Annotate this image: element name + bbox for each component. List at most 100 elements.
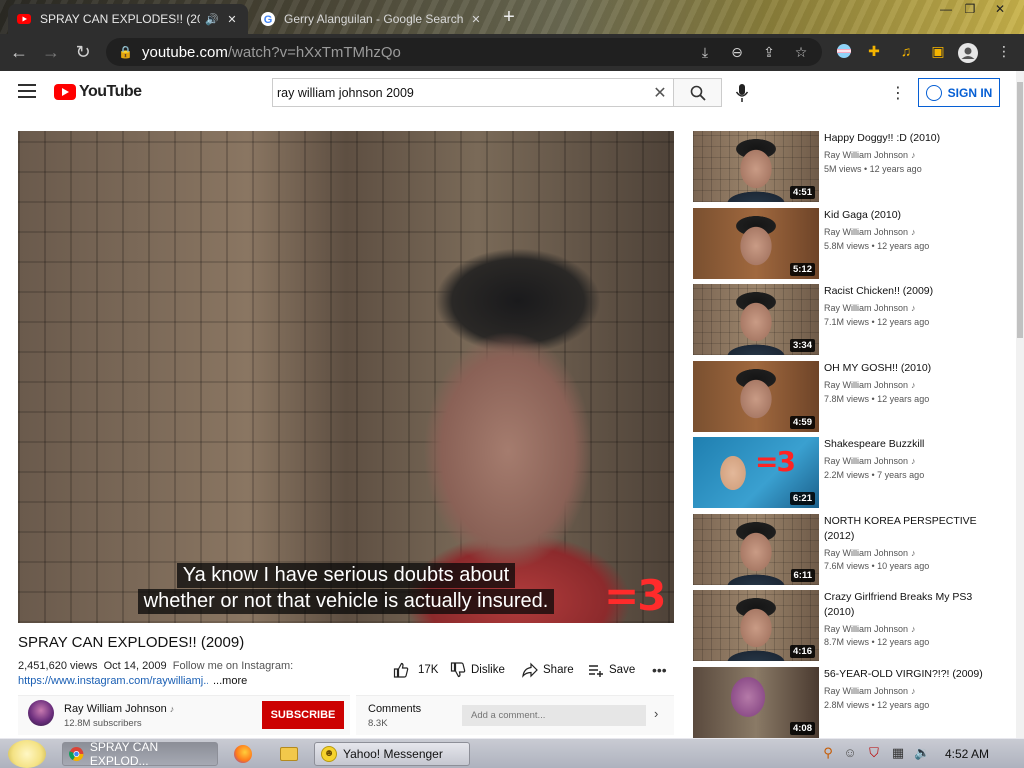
- like-button[interactable]: 17K: [393, 660, 438, 680]
- rec-title[interactable]: NORTH KOREA PERSPECTIVE (2012): [824, 514, 1004, 544]
- scrollbar-thumb[interactable]: [1017, 82, 1023, 338]
- search-button[interactable]: [674, 78, 722, 107]
- recommendation-item[interactable]: 3:34 Racist Chicken!! (2009) Ray William…: [693, 284, 1003, 356]
- back-arrow-icon[interactable]: ←: [6, 40, 32, 66]
- taskbar-item-folder[interactable]: [274, 742, 306, 766]
- rec-meta: 8.7M views • 12 years ago: [824, 637, 930, 647]
- rec-title[interactable]: Crazy Girlfriend Breaks My PS3 (2010): [824, 590, 1004, 620]
- forward-arrow-icon[interactable]: →: [38, 40, 64, 66]
- side-panel-icon[interactable]: ▣: [928, 43, 948, 63]
- youtube-play-icon: [54, 84, 76, 100]
- rec-channel[interactable]: Ray William Johnson ♪: [824, 624, 916, 634]
- rec-title[interactable]: Racist Chicken!! (2009): [824, 284, 1004, 299]
- new-tab-button[interactable]: +: [498, 7, 520, 29]
- video-duration: 4:16: [789, 645, 815, 658]
- youtube-logo[interactable]: YouTube: [54, 83, 142, 101]
- install-app-icon[interactable]: ⤓: [696, 44, 714, 62]
- channel-avatar[interactable]: [28, 700, 54, 726]
- bookmark-star-icon[interactable]: ☆: [792, 44, 810, 62]
- video-thumbnail[interactable]: 5:12: [693, 208, 819, 279]
- share-button[interactable]: Share: [522, 660, 574, 680]
- extensions-puzzle-icon[interactable]: ✚: [864, 43, 884, 63]
- rec-channel[interactable]: Ray William Johnson ♪: [824, 456, 916, 466]
- rec-title[interactable]: 56-YEAR-OLD VIRGIN?!?! (2009): [824, 667, 1003, 682]
- hamburger-menu-icon[interactable]: [18, 84, 36, 98]
- chrome-menu-icon[interactable]: ⋮: [994, 43, 1014, 63]
- extension-flag-icon[interactable]: [834, 43, 854, 63]
- caption-line-1: Ya know I have serious doubts about: [18, 563, 674, 588]
- comments-count: 8.3K: [368, 718, 388, 729]
- rec-title[interactable]: OH MY GOSH!! (2010): [824, 361, 1004, 376]
- video-player[interactable]: Ya know I have serious doubts about whet…: [18, 131, 674, 623]
- recommendation-item[interactable]: 4:08 56-YEAR-OLD VIRGIN?!?! (2009) Ray W…: [693, 667, 1003, 738]
- reload-icon[interactable]: ↻: [70, 40, 96, 66]
- show-more-link[interactable]: ...more: [213, 675, 247, 687]
- dislike-button[interactable]: Dislike: [450, 660, 505, 680]
- settings-kebab-icon[interactable]: ⋮: [890, 83, 906, 103]
- sign-in-button[interactable]: SIGN IN: [918, 78, 1000, 107]
- tab-close-icon[interactable]: ✕: [224, 13, 240, 26]
- microphone-icon[interactable]: [734, 83, 750, 103]
- recommendation-item[interactable]: 4:16 Crazy Girlfriend Breaks My PS3 (201…: [693, 590, 1003, 662]
- media-playlist-icon[interactable]: ♫: [896, 43, 916, 63]
- save-button[interactable]: Save: [588, 660, 635, 680]
- lock-icon[interactable]: 🔒: [118, 45, 133, 59]
- music-note-icon: ♪: [911, 303, 916, 313]
- rec-channel[interactable]: Ray William Johnson ♪: [824, 380, 916, 390]
- video-thumbnail[interactable]: 3:34: [693, 284, 819, 355]
- minimize-icon[interactable]: —: [934, 0, 958, 22]
- search-tray-icon[interactable]: ⚲: [820, 745, 836, 761]
- video-thumbnail[interactable]: 4:08: [693, 667, 819, 738]
- security-shield-icon[interactable]: ⛉: [866, 745, 882, 761]
- taskbar-item-chrome[interactable]: SPRAY CAN EXPLOD...: [62, 740, 218, 768]
- volume-icon[interactable]: 🔉: [914, 745, 930, 761]
- chevron-right-icon[interactable]: ›: [654, 706, 658, 721]
- share-icon[interactable]: ⇪: [760, 44, 778, 62]
- rec-title[interactable]: Shakespeare Buzzkill: [824, 437, 1004, 452]
- profile-avatar-icon[interactable]: [958, 43, 978, 63]
- rec-title[interactable]: Kid Gaga (2010): [824, 208, 1004, 223]
- recommendation-item[interactable]: 6:11 NORTH KOREA PERSPECTIVE (2012) Ray …: [693, 514, 1003, 586]
- taskbar-item-yahoo-messenger[interactable]: ☻ Yahoo! Messenger: [314, 742, 470, 766]
- rec-channel[interactable]: Ray William Johnson ♪: [824, 227, 916, 237]
- tab-audio-icon[interactable]: 🔊: [204, 13, 220, 26]
- more-actions-icon[interactable]: •••: [652, 662, 667, 678]
- video-duration: 3:34: [789, 339, 815, 352]
- video-thumbnail[interactable]: 6:11: [693, 514, 819, 585]
- rec-channel[interactable]: Ray William Johnson ♪: [824, 548, 916, 558]
- taskbar-item-firefox[interactable]: [228, 742, 260, 766]
- video-thumbnail[interactable]: 4:51: [693, 131, 819, 202]
- video-thumbnail[interactable]: 4:16: [693, 590, 819, 661]
- tab-close-icon[interactable]: ✕: [468, 13, 484, 26]
- recommendation-item[interactable]: 4:59 OH MY GOSH!! (2010) Ray William Joh…: [693, 361, 1003, 433]
- tab-youtube-video[interactable]: SPRAY CAN EXPLODES!! (2009 🔊 ✕: [8, 4, 248, 34]
- subscribe-button[interactable]: SUBSCRIBE: [262, 701, 344, 729]
- comment-input[interactable]: [462, 705, 646, 726]
- recommendation-item[interactable]: 4:51 Happy Doggy!! :D (2010) Ray William…: [693, 131, 1003, 203]
- instagram-link[interactable]: https://www.instagram.com/raywilliamj...: [18, 675, 208, 687]
- zoom-icon[interactable]: ⊖: [728, 44, 746, 62]
- video-thumbnail[interactable]: =3 6:21: [693, 437, 819, 508]
- video-thumbnail[interactable]: 4:59: [693, 361, 819, 432]
- search-input[interactable]: [273, 79, 647, 106]
- recommendation-item[interactable]: 5:12 Kid Gaga (2010) Ray William Johnson…: [693, 208, 1003, 280]
- rec-channel[interactable]: Ray William Johnson ♪: [824, 150, 916, 160]
- channel-name[interactable]: Ray William Johnson ♪: [64, 703, 174, 715]
- system-clock[interactable]: 4:52 AM: [945, 747, 989, 761]
- youtube-wordmark: YouTube: [79, 83, 142, 100]
- close-window-icon[interactable]: ✕: [988, 0, 1012, 22]
- clear-search-icon[interactable]: ✕: [647, 83, 673, 103]
- thumbnail-badge: =3: [755, 445, 796, 478]
- network-icon[interactable]: ▦: [890, 745, 906, 761]
- like-count: 17K: [418, 664, 439, 676]
- maximize-icon[interactable]: ❐: [958, 0, 982, 22]
- address-bar[interactable]: 🔒 youtube.com/watch?v=hXxTmTMhzQo ⤓ ⊖ ⇪ …: [106, 38, 822, 66]
- tab-google-search[interactable]: G Gerry Alanguilan - Google Search ✕: [252, 4, 492, 34]
- taskbar-item-label: SPRAY CAN EXPLOD...: [89, 740, 159, 768]
- rec-channel[interactable]: Ray William Johnson ♪: [824, 686, 916, 696]
- rec-channel[interactable]: Ray William Johnson ♪: [824, 303, 916, 313]
- recommendation-item[interactable]: =3 6:21 Shakespeare Buzzkill Ray William…: [693, 437, 1003, 509]
- rec-title[interactable]: Happy Doggy!! :D (2010): [824, 131, 1004, 146]
- start-button[interactable]: [8, 740, 46, 768]
- emoticon-tray-icon[interactable]: ☺: [842, 745, 858, 761]
